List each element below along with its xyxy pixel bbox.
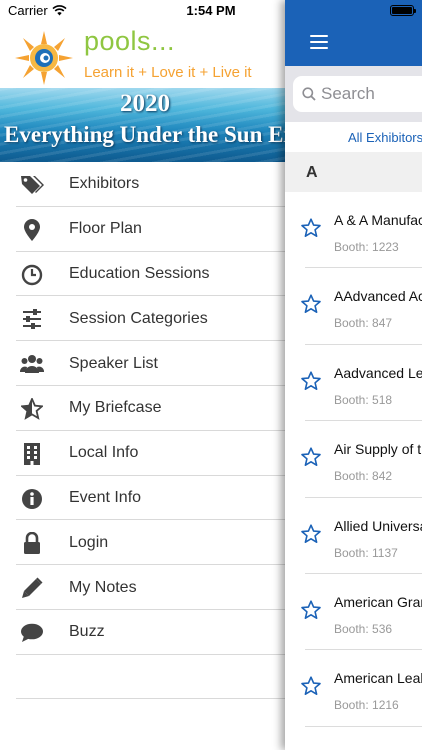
banner-year: 2020 bbox=[120, 90, 170, 117]
menu-item-label: Local Info bbox=[69, 444, 139, 462]
tags-icon bbox=[20, 173, 44, 197]
half-star-icon bbox=[20, 397, 44, 421]
menu-item-login[interactable]: Login bbox=[0, 520, 290, 565]
exhibitor-name: Allied Universal bbox=[334, 517, 422, 534]
logo: pools... Learn it + Love it + Live it bbox=[0, 22, 290, 88]
exhibitor-booth: Booth: 842 bbox=[334, 469, 393, 484]
menu-item-session-categories[interactable]: Session Categories bbox=[0, 296, 290, 341]
menu-item-label: Speaker List bbox=[69, 354, 158, 372]
status-time: 1:54 PM bbox=[186, 3, 236, 18]
exhibitor-booth: Booth: 518 bbox=[334, 392, 393, 407]
exhibitor-name: American Leak bbox=[334, 670, 422, 687]
map-pin-icon bbox=[20, 218, 44, 242]
menu-item-education-sessions[interactable]: Education Sessions bbox=[0, 252, 290, 297]
star-icon[interactable] bbox=[301, 294, 321, 314]
exhibitor-row[interactable]: Aadvanced Leak Booth: 518 bbox=[285, 345, 422, 422]
exhibitor-row[interactable]: American Leak Booth: 1216 bbox=[285, 650, 422, 728]
exhibitor-booth: Booth: 1216 bbox=[334, 698, 399, 713]
filter-bar: All Exhibitors bbox=[285, 122, 422, 152]
battery-level bbox=[392, 7, 412, 14]
star-icon[interactable] bbox=[301, 371, 321, 391]
menu-list: Exhibitors Floor Plan Education Sessions… bbox=[0, 162, 290, 699]
exhibitor-booth: Booth: 1137 bbox=[334, 545, 398, 560]
menu-item-speaker-list[interactable]: Speaker List bbox=[0, 341, 290, 386]
menu-spacer-row bbox=[0, 655, 290, 699]
exhibitor-row[interactable]: American Granby Booth: 536 bbox=[285, 574, 422, 651]
hamburger-icon[interactable] bbox=[310, 35, 328, 49]
star-icon[interactable] bbox=[301, 218, 321, 238]
search-input[interactable] bbox=[321, 82, 422, 106]
event-banner: 2020 Everything Under the Sun Expo bbox=[0, 88, 290, 162]
search-field[interactable] bbox=[293, 76, 422, 112]
exhibitor-name: Aadvanced Leak bbox=[334, 364, 422, 381]
chat-bubble-icon bbox=[20, 621, 44, 645]
banner-title: Everything Under the Sun Expo bbox=[4, 122, 290, 147]
exhibitor-row[interactable]: Air Supply of the Booth: 842 bbox=[285, 421, 422, 498]
menu-item-event-info[interactable]: Event Info bbox=[0, 476, 290, 521]
menu-item-my-briefcase[interactable]: My Briefcase bbox=[0, 386, 290, 431]
menu-item-floor-plan[interactable]: Floor Plan bbox=[0, 207, 290, 252]
exhibitors-panel: All Exhibitors A A & A Manufacturing Boo… bbox=[285, 0, 422, 750]
side-menu: pools... Learn it + Love it + Live it 20… bbox=[0, 0, 290, 750]
menu-item-label: Buzz bbox=[69, 623, 105, 641]
menu-item-label: Exhibitors bbox=[69, 175, 140, 193]
info-circle-icon bbox=[20, 487, 44, 511]
menu-item-exhibitors[interactable]: Exhibitors bbox=[0, 162, 290, 207]
exhibitor-name: American Granby bbox=[334, 593, 422, 610]
clock-icon bbox=[20, 263, 44, 287]
exhibitor-list: A & A Manufacturing Booth: 1223 AAdvance… bbox=[285, 192, 422, 728]
menu-item-label: My Briefcase bbox=[69, 399, 162, 417]
exhibitor-booth: Booth: 536 bbox=[334, 621, 393, 636]
filter-all-exhibitors[interactable]: All Exhibitors bbox=[348, 130, 422, 145]
menu-item-my-notes[interactable]: My Notes bbox=[0, 565, 290, 610]
lock-icon bbox=[20, 531, 44, 555]
exhibitor-row[interactable]: A & A Manufacturing Booth: 1223 bbox=[285, 192, 422, 269]
star-icon[interactable] bbox=[301, 600, 321, 620]
sliders-icon bbox=[20, 307, 44, 331]
logo-tagline: Learn it + Love it + Live it bbox=[84, 64, 252, 81]
users-icon bbox=[20, 352, 44, 376]
battery-icon bbox=[390, 5, 416, 16]
star-icon[interactable] bbox=[301, 523, 321, 544]
exhibitor-row[interactable]: AAdvanced Access Booth: 847 bbox=[285, 268, 422, 346]
logo-wordmark: pools... bbox=[84, 26, 176, 56]
menu-item-label: Login bbox=[69, 533, 109, 551]
search-icon bbox=[302, 87, 316, 101]
exhibitor-row[interactable]: Allied Universal Booth: 1137 bbox=[285, 498, 422, 575]
exhibitor-booth: Booth: 1223 bbox=[334, 240, 399, 254]
section-letter: A bbox=[306, 164, 318, 181]
pencil-icon bbox=[20, 576, 44, 600]
sun-logo-icon bbox=[15, 31, 73, 85]
exhibitor-booth: Booth: 847 bbox=[334, 316, 393, 331]
menu-item-label: My Notes bbox=[69, 578, 137, 596]
menu-item-label: Education Sessions bbox=[69, 264, 210, 282]
menu-item-label: Floor Plan bbox=[69, 220, 142, 238]
exhibitor-name: AAdvanced Access bbox=[334, 288, 422, 305]
menu-item-label: Session Categories bbox=[69, 309, 208, 327]
exhibitor-name: A & A Manufacturing bbox=[334, 212, 422, 228]
star-icon[interactable] bbox=[301, 447, 321, 467]
status-bar: Carrier 1:54 PM bbox=[0, 0, 422, 22]
section-header: A bbox=[285, 152, 422, 192]
menu-item-local-info[interactable]: Local Info bbox=[0, 431, 290, 476]
star-icon[interactable] bbox=[301, 676, 321, 696]
menu-item-buzz[interactable]: Buzz bbox=[0, 610, 290, 655]
building-icon bbox=[20, 442, 44, 466]
search-bar bbox=[285, 66, 422, 122]
menu-item-label: Event Info bbox=[69, 488, 142, 506]
exhibitor-name: Air Supply of the bbox=[334, 441, 422, 458]
